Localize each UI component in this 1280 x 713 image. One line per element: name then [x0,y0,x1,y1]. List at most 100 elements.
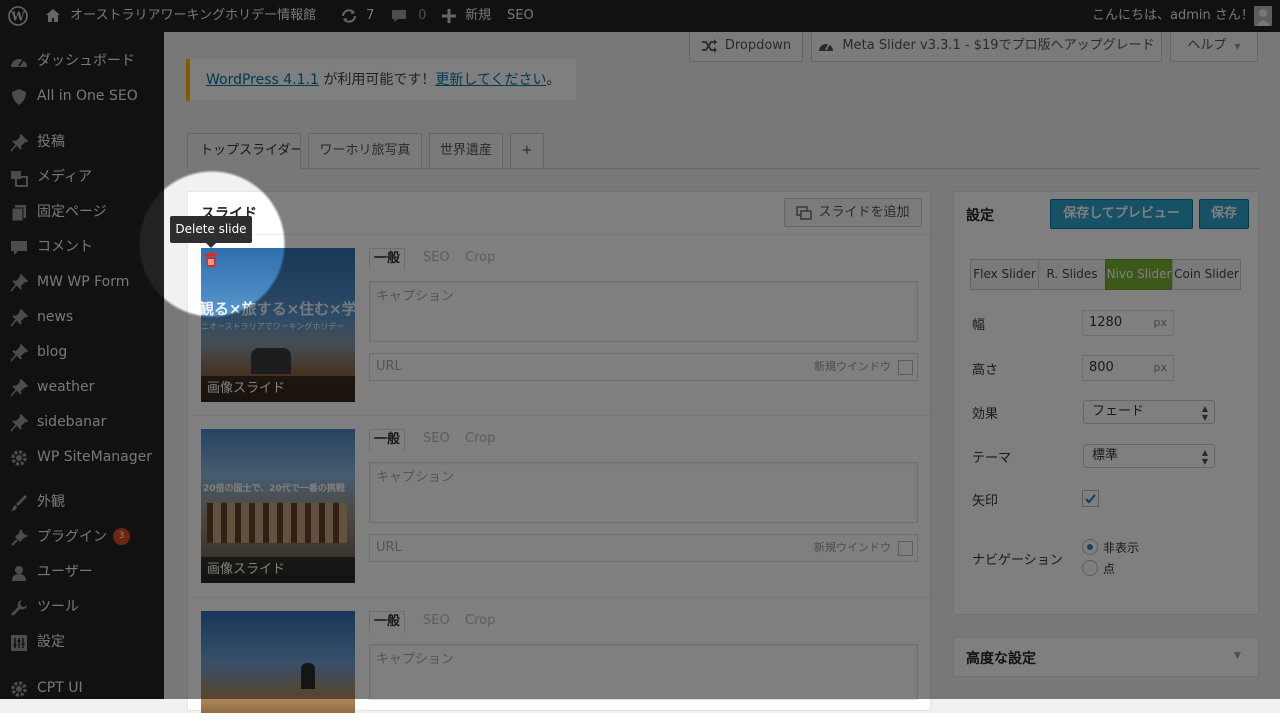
help-label: ヘルプ [1187,38,1227,53]
sidebar-item-news[interactable]: news [0,300,164,335]
delete-slide-button[interactable] [204,252,218,268]
sidebar-item-all-in-one-seo[interactable]: All in One SEO [0,79,164,114]
page-icon [11,205,26,222]
admin-sidebar: ダッシュボード All in One SEO 投稿 メディア 固定ページ コメン… [0,32,164,699]
sidebar-item-users[interactable]: ユーザー [0,555,164,590]
sidebar-item-label: sidebanar [37,414,107,430]
sidebar-item-weather[interactable]: weather [0,370,164,405]
url-placeholder: URL [376,359,402,374]
new-window-checkbox[interactable] [898,541,913,556]
url-input[interactable]: URL 新規ウインドウ [369,353,918,381]
tab-general[interactable]: 一般 [369,429,406,451]
nav-radio-hidden[interactable] [1082,539,1098,555]
avatar[interactable] [1254,6,1272,26]
sidebar-item-dashboard[interactable]: ダッシュボード [0,44,164,79]
tab-general[interactable]: 一般 [369,611,406,633]
tab-seo[interactable]: SEO [423,429,450,449]
sidebar-item-label: weather [37,379,95,395]
theme-value: 標準 [1092,448,1119,463]
comment-icon [11,241,27,255]
dropdown-button[interactable]: Dropdown [689,32,803,62]
slider-type-flex[interactable]: Flex Slider [970,259,1039,290]
save-button[interactable]: 保存 [1199,199,1249,229]
tab-crop[interactable]: Crop [465,248,495,268]
sidebar-item-wp-sitemanager[interactable]: WP SiteManager [0,440,164,475]
effect-select[interactable]: フェード ▲ ▼ [1083,400,1215,424]
chevron-down-icon[interactable]: ▼ [1234,651,1241,661]
tab-crop[interactable]: Crop [465,611,495,631]
arrows-checkbox[interactable] [1082,490,1099,507]
caption-textarea[interactable]: キャプション [369,281,918,342]
dashboard-icon [11,59,27,67]
nav-option-dots-label: 点 [1103,562,1116,576]
slider-type-coin[interactable]: Coin Slider [1172,259,1241,290]
tab-general[interactable]: 一般 [369,248,406,270]
images-icon [796,205,813,220]
comments-link[interactable]: 0 [390,0,426,32]
sidebar-item-pages[interactable]: 固定ページ [0,195,164,230]
slider-type-nivo[interactable]: Nivo Slider [1105,259,1173,290]
updates-link[interactable]: 7 [340,0,374,32]
tab-top-slider[interactable]: トップスライダー [187,133,301,169]
tab-seo[interactable]: SEO [423,611,450,631]
sidebar-item-label: 固定ページ [37,204,107,220]
brush-icon [11,495,27,511]
save-and-preview-button[interactable]: 保存してプレビュー [1050,199,1193,229]
tab-seo[interactable]: SEO [423,248,450,268]
pin-icon [10,379,28,397]
sidebar-item-label: メディア [37,169,93,185]
gear-icon [11,450,27,466]
slide-row: 一般 SEO Crop キャプション [188,597,930,713]
url-input[interactable]: URL 新規ウインドウ [369,534,918,562]
sidebar-item-blog[interactable]: blog [0,335,164,370]
caption-textarea[interactable]: キャプション [369,462,918,523]
nav-option-hidden-label: 非表示 [1103,541,1140,555]
site-name-link[interactable]: オーストラリアワーキングホリデー情報館 [44,0,316,32]
trash-icon [205,252,217,267]
sidebar-item-label: ダッシュボード [37,53,135,69]
sidebar-item-media[interactable]: メディア [0,160,164,195]
sidebar-item-posts[interactable]: 投稿 [0,125,164,160]
help-button[interactable]: ヘルプ ▼ [1170,32,1258,62]
seo-link[interactable]: SEO [507,0,534,32]
slide-thumbnail [201,611,355,713]
add-slider-tab[interactable]: + [510,133,544,169]
sidebar-item-mw-wp-form[interactable]: MW WP Form [0,265,164,300]
wordpress-version-link[interactable]: WordPress 4.1.1 [206,72,319,88]
sidebar-item-comments[interactable]: コメント [0,230,164,265]
plugins-label: プラグイン [37,529,107,545]
height-input[interactable]: 800 px [1082,355,1174,381]
pin-icon [10,344,28,362]
shield-icon [12,89,26,105]
slider-type-responsive[interactable]: R. Slides [1038,259,1106,290]
sidebar-item-cpt-ui[interactable]: CPT UI [0,671,164,706]
gear-icon [11,681,27,697]
new-window-checkbox[interactable] [898,360,913,375]
nav-radio-dots[interactable] [1082,560,1098,576]
notice-text: が利用可能です！ [318,72,436,88]
theme-select[interactable]: 標準 ▲ ▼ [1083,444,1215,468]
new-content-link[interactable]: 新規 [441,0,491,32]
tab-world-heritage[interactable]: 世界遺産 [429,133,503,169]
height-unit: px [1153,361,1168,374]
tab-working-holiday-photos[interactable]: ワーホリ旅写真 [308,133,422,169]
add-slide-button[interactable]: スライドを追加 [784,198,922,227]
new-window-label: 新規ウインドウ [814,360,891,373]
admin-bar: W オーストラリアワーキングホリデー情報館 7 0 新規 SEO こんにちは、a… [0,0,1280,32]
radio-dot [1087,544,1093,550]
tab-crop[interactable]: Crop [465,429,495,449]
caption-textarea[interactable]: キャプション [369,644,918,700]
greeting[interactable]: こんにちは、admin さん！ [1092,0,1254,32]
sidebar-item-label: All in One SEO [37,88,138,104]
wordpress-logo-icon[interactable]: W [8,0,28,32]
sidebar-item-settings[interactable]: 設定 [0,625,164,660]
width-input[interactable]: 1280 px [1082,310,1174,336]
sidebar-item-appearance[interactable]: 外観 [0,485,164,520]
sidebar-item-tools[interactable]: ツール [0,590,164,625]
gauge-icon [819,43,834,51]
update-now-link[interactable]: 更新してください [435,72,546,88]
thumbnail-figure [301,663,315,689]
sidebar-item-plugins[interactable]: プラグイン 3 [0,520,164,555]
sidebar-item-sidebanar[interactable]: sidebanar [0,405,164,440]
meta-slider-upgrade-button[interactable]: Meta Slider v3.3.1 - $19でプロ版へアップグレード [811,32,1162,62]
